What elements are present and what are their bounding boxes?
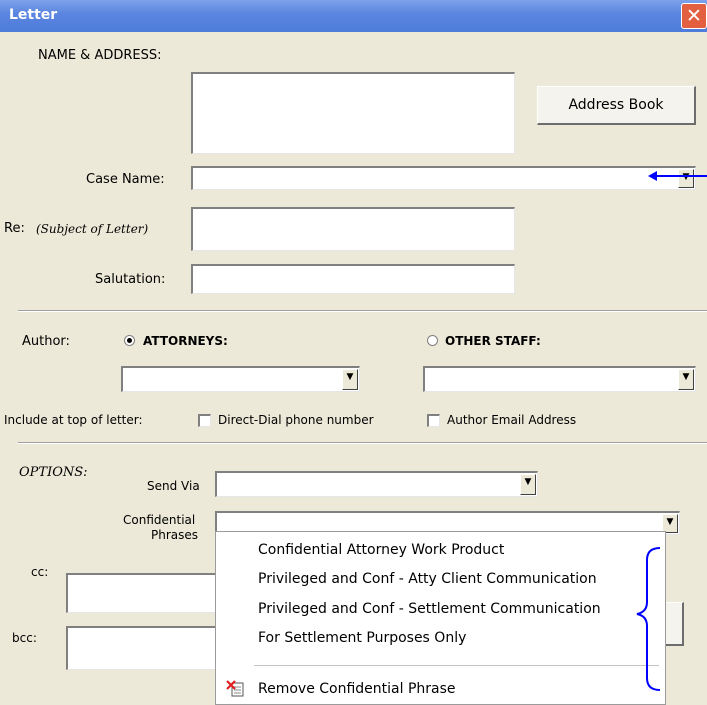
annotation-arrow <box>648 171 707 181</box>
annotation-brace <box>636 547 661 691</box>
letter-dialog: Letter ✕ NAME & ADDRESS: Address Book Ca… <box>0 0 707 705</box>
annotation-overlay <box>636 171 707 691</box>
